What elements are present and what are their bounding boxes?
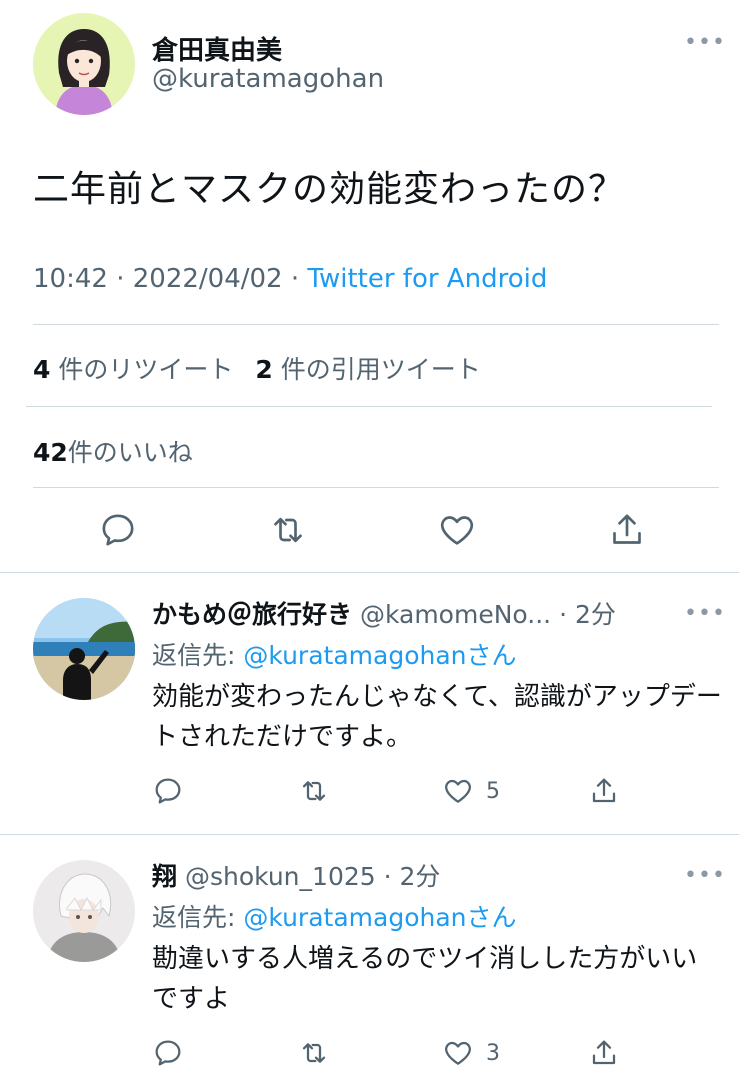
mention-suffix: さん [466,903,517,932]
mention-link[interactable]: @kuratamagohan [243,641,466,670]
mention-link[interactable]: @kuratamagohan [243,903,466,932]
avatar[interactable] [33,860,135,962]
divider [26,406,712,407]
like-count: 3 [486,1040,500,1066]
reply-actions: 5 [152,773,632,813]
like-count: 5 [486,778,500,804]
retweet-stats: 4 件のリツイート 2 件の引用ツイート [33,350,481,386]
mention-suffix: さん [466,641,517,670]
like-button[interactable]: 5 [442,773,500,809]
main-tweet: 倉田真由美 @kuratamagohan ••• 二年前とマスクの効能変わったの… [0,0,739,572]
heart-icon [440,516,474,545]
tweet-text: 二年前とマスクの効能変わったの？ [33,169,626,210]
meta-separator: · [290,264,300,294]
user-handle[interactable]: @shokun_1025 [185,862,376,891]
retweet-button[interactable] [298,1035,330,1071]
reply-header: かもめ＠旅行好き @kamomeNo... · 2分 [152,595,616,631]
like-button[interactable]: 3 [442,1035,500,1071]
retweet-icon [302,1043,326,1063]
retweets-label: 件のリツイート [58,355,234,384]
share-icon [613,514,641,544]
likes-label: 件のいいね [67,438,193,467]
reply-icon [155,1040,181,1066]
reply-icon [155,778,181,804]
avatar[interactable] [33,598,135,700]
likes-count: 42 [33,438,68,467]
display-name[interactable]: 倉田真由美 [152,30,282,67]
quotes-link[interactable]: 2 件の引用ツイート [255,355,480,384]
share-icon [592,778,616,803]
quotes-count: 2 [255,355,273,384]
quotes-label: 件の引用ツイート [280,355,481,384]
user-handle[interactable]: @kamomeNo... [360,600,551,629]
reply-to: 返信先: @kuratamagohanさん [152,636,517,672]
reply-to-label: 返信先: [152,641,244,670]
retweet-button[interactable] [268,510,312,554]
reply-actions: 3 [152,1035,632,1075]
divider [33,487,719,488]
heart-icon [445,1041,471,1065]
retweet-button[interactable] [298,773,330,809]
reply-icon [102,514,134,546]
tweet-source-link[interactable]: Twitter for Android [307,264,547,294]
reply-to-label: 返信先: [152,903,244,932]
divider [33,324,719,325]
reply-text: 効能が変わったんじゃなくて、認識がアップデートされただけですよ。 [152,682,722,752]
display-name[interactable]: 翔 [152,862,177,891]
retweet-icon [302,781,326,801]
meta-separator: · [116,264,125,294]
reply-text: 勘違いする人増えるのでツイ消しした方がいいですよ [152,944,698,1014]
reply-header: 翔 @shokun_1025 · 2分 [152,857,440,893]
share-button[interactable] [588,1035,620,1071]
share-button[interactable] [588,773,620,809]
more-icon[interactable]: ••• [684,32,726,54]
reply-button[interactable] [98,510,142,554]
heart-icon [445,779,471,803]
retweets-link[interactable]: 4 件のリツイート [33,355,233,384]
reply-button[interactable] [152,1035,184,1071]
tweet-meta: 10:42 · 2022/04/02 · Twitter for Android [33,264,547,294]
share-button[interactable] [607,510,651,554]
share-icon [592,1040,616,1065]
user-handle[interactable]: @kuratamagohan [152,64,384,94]
more-icon[interactable]: ••• [684,603,726,625]
like-button[interactable] [437,510,481,554]
display-name[interactable]: かもめ＠旅行好き [152,600,352,629]
reply-tweet[interactable]: 翔 @shokun_1025 · 2分 ••• 返信先: @kuratamago… [0,835,739,1080]
avatar[interactable] [33,13,135,115]
more-icon[interactable]: ••• [684,865,726,887]
tweet-date[interactable]: 2022/04/02 [133,264,283,294]
retweets-count: 4 [33,355,51,384]
retweet-icon [274,517,302,543]
reply-to: 返信先: @kuratamagohanさん [152,898,517,934]
tweet-actions [0,508,739,556]
reply-tweet[interactable]: かもめ＠旅行好き @kamomeNo... · 2分 ••• 返信先: @kur… [0,573,739,833]
tweet-time: 10:42 [33,264,108,294]
reply-time: · 2分 [383,862,441,891]
reply-button[interactable] [152,773,184,809]
reply-time: · 2分 [559,600,616,629]
likes-link[interactable]: 42件のいいね [33,433,193,469]
